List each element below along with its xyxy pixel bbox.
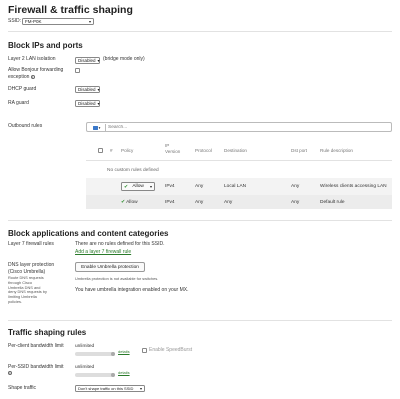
ssid-select[interactable]: FM-P0K ▾ (22, 18, 94, 25)
dns-label: DNS layer protection (Cisco Umbrella) (8, 262, 55, 275)
chevron-down-icon: ▾ (97, 101, 100, 106)
ra-value: Disabled (78, 101, 96, 106)
section-heading-block-apps: Block applications and content categorie… (8, 229, 169, 238)
row-description: Wireless clients accessing LAN (320, 184, 387, 189)
layer2-select[interactable]: Disabled ▾ (75, 57, 100, 64)
divider (8, 31, 392, 32)
outbound-label: Outbound rules (8, 123, 43, 129)
empty-rules-text: No custom rules defined (107, 168, 159, 173)
ssid-value: FM-P0K (25, 19, 42, 24)
chevron-down-icon: ▾ (88, 19, 91, 24)
per-ssid-details-link[interactable]: details (118, 370, 130, 375)
check-icon: ✔ (124, 183, 129, 190)
ssid-label: SSID: (8, 18, 22, 24)
section-heading-block-ips: Block IPs and ports (8, 41, 83, 50)
shape-traffic-label: Shape traffic (8, 385, 36, 391)
bonjour-label: Allow Bonjour forwarding exception i (8, 67, 64, 80)
chevron-down-icon: ▾ (139, 386, 142, 391)
per-ssid-slider[interactable] (75, 373, 115, 377)
info-icon: i (30, 75, 35, 79)
speedburst-label: Enable SpeedBurst (149, 347, 193, 353)
dns-description: Route DNS requests through Cisco Umbrell… (8, 275, 47, 304)
col-header-destination: Destination (224, 148, 247, 153)
page-title: Firewall & traffic shaping (8, 4, 133, 16)
col-header-number: # (110, 148, 113, 153)
col-header-dst-port: Dst port (291, 148, 308, 153)
row-description: Default rule (320, 200, 345, 205)
per-ssid-slider-handle[interactable] (111, 372, 115, 377)
l7-text: There are no rules defined for this SSID… (75, 241, 165, 247)
l7-label: Layer 7 firewall rules (8, 241, 54, 247)
bonjour-checkbox[interactable] (75, 68, 80, 73)
ra-label: RA guard (8, 100, 29, 106)
per-client-label: Per-client bandwidth limit (8, 343, 64, 349)
divider (8, 320, 392, 321)
per-ssid-label: Per-SSID bandwidth limit (8, 364, 64, 370)
per-client-slider[interactable] (75, 352, 115, 356)
per-client-slider-handle[interactable] (111, 351, 115, 356)
col-header-rule-description: Rule description (320, 148, 353, 153)
outbound-search-input[interactable] (108, 124, 258, 131)
policy-select[interactable]: ✔ Allow ▾ (121, 182, 155, 191)
per-client-details-link[interactable]: details (118, 349, 130, 354)
row-protocol: Any (195, 184, 204, 189)
policy-static: ✔ Allow (121, 200, 138, 205)
chevron-down-icon: ▾ (97, 87, 100, 92)
row-destination: Any (224, 200, 233, 205)
filter-icon (92, 125, 98, 130)
layer2-note: (bridge mode only) (103, 56, 145, 62)
chevron-down-icon: ▾ (98, 125, 101, 130)
enable-umbrella-button[interactable]: Enable Umbrella protection (75, 262, 145, 272)
per-client-value: unlimited (75, 344, 95, 349)
shape-traffic-value: Don't shape traffic on this SSID (78, 386, 134, 391)
info-icon: i (8, 371, 12, 375)
outbound-search-bar: ▾ (86, 122, 392, 132)
row-dst-port: Any (291, 184, 300, 189)
layer2-label: Layer 2 LAN isolation (8, 56, 56, 62)
col-header-ip-version: IP Version (165, 143, 181, 154)
divider (8, 220, 392, 221)
select-all-checkbox[interactable] (98, 148, 103, 153)
umbrella-status: You have umbrella integration enabled on… (75, 287, 189, 293)
speedburst-checkbox[interactable] (142, 348, 147, 353)
chevron-down-icon: ▾ (149, 184, 152, 189)
ra-select[interactable]: Disabled ▾ (75, 100, 100, 107)
dhcp-label: DHCP guard (8, 86, 37, 92)
dhcp-select[interactable]: Disabled ▾ (75, 86, 100, 93)
chevron-down-icon: ▾ (97, 58, 100, 63)
row-destination: Local LAN (224, 184, 247, 189)
row-dst-port: Any (291, 200, 300, 205)
umbrella-unavailable-note: Umbrella protection is not available for… (75, 276, 159, 281)
per-ssid-value: unlimited (75, 365, 95, 370)
col-header-protocol: Protocol (195, 148, 212, 153)
table-divider (86, 160, 392, 161)
row-ip-version: IPv4 (165, 200, 175, 205)
check-icon: ✔ (121, 200, 126, 205)
add-l7-rule-link[interactable]: Add a layer 7 firewall rule (75, 249, 131, 256)
row-protocol: Any (195, 200, 204, 205)
row-ip-version: IPv4 (165, 184, 175, 189)
filter-button[interactable]: ▾ (88, 124, 106, 131)
dhcp-value: Disabled (78, 87, 96, 92)
policy-value: Allow (132, 184, 144, 189)
col-header-policy: Policy (121, 148, 134, 153)
layer2-value: Disabled (78, 58, 96, 63)
shape-traffic-select[interactable]: Don't shape traffic on this SSID ▾ (75, 385, 145, 392)
section-heading-traffic: Traffic shaping rules (8, 328, 87, 337)
